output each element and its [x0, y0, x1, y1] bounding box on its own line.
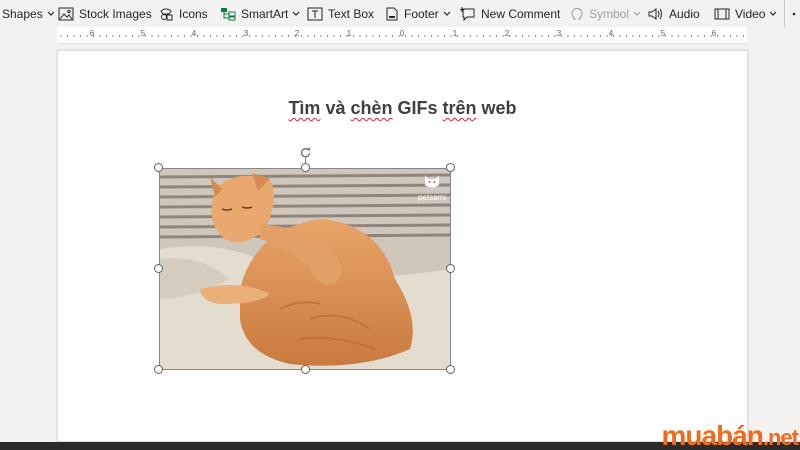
ruler-label: 0 — [399, 29, 405, 38]
video-label: Video — [735, 6, 766, 21]
chevron-down-icon — [443, 11, 451, 16]
audio-label: Audio — [669, 6, 700, 21]
speaker-icon — [648, 7, 662, 20]
ruler-label: 5 — [660, 29, 666, 38]
ruler-label: 2 — [504, 29, 510, 38]
heading-word: GIFs — [392, 98, 443, 118]
stock-images-label: Stock Images — [79, 6, 152, 21]
ribbon-divider — [784, 0, 785, 27]
brand-watermark: muabán.net — [661, 420, 799, 450]
resize-handle-left[interactable] — [154, 264, 163, 273]
footer-button[interactable]: Footer — [385, 0, 451, 27]
footer-icon — [386, 7, 398, 20]
icons-icon — [160, 8, 173, 20]
ruler-label: 2 — [294, 29, 300, 38]
stock-images-button[interactable]: Stock Images — [58, 0, 152, 27]
new-comment-label: New Comment — [481, 6, 561, 21]
ruler-label: 3 — [243, 29, 249, 38]
smartart-icon — [221, 7, 236, 20]
video-button[interactable]: Video — [714, 0, 777, 27]
chevron-down-icon — [633, 11, 641, 16]
text-box-button[interactable]: Text Box — [307, 0, 374, 27]
ruler-label: 6 — [89, 29, 95, 38]
symbol-label: Symbol — [589, 6, 630, 21]
ruler-label: 6 — [711, 29, 717, 38]
film-icon — [714, 8, 730, 19]
shapes-button[interactable]: Shapes — [2, 0, 55, 27]
resize-handle-bottom-left[interactable] — [154, 365, 163, 374]
shapes-label: Shapes — [2, 6, 43, 21]
document-page[interactable]: Tìm và chèn GIFs trên web petsami — [57, 50, 748, 442]
heading-word: chèn — [350, 98, 393, 118]
cat-photo — [160, 169, 450, 369]
chevron-down-icon — [47, 11, 55, 16]
footer-label: Footer — [404, 6, 439, 21]
insert-ribbon: Shapes Stock Images Icons SmartArt Text … — [0, 0, 800, 27]
resize-handle-bottom-right[interactable] — [446, 365, 455, 374]
chevron-down-icon — [292, 11, 300, 16]
smartart-button[interactable]: SmartArt — [220, 0, 300, 27]
ruler-label: 4 — [191, 29, 197, 38]
resize-handle-bottom[interactable] — [301, 365, 310, 374]
omega-icon — [571, 7, 583, 19]
cat-gif-image[interactable]: petsami — [159, 168, 451, 370]
ruler-label: 1 — [346, 29, 352, 38]
brand-suffix: .net — [762, 425, 799, 450]
icons-label: Icons — [179, 6, 208, 21]
heading-word: Tìm — [288, 98, 321, 118]
ruler-label: 5 — [140, 29, 146, 38]
audio-button[interactable]: Audio — [648, 0, 700, 27]
chevron-down-icon — [770, 11, 777, 16]
more-dots-icon — [792, 12, 796, 15]
image-icon — [58, 7, 74, 20]
heading-word: và — [320, 98, 351, 118]
pet-logo-icon — [424, 175, 439, 188]
heading-word: trên — [442, 98, 477, 118]
heading-word: web — [476, 98, 517, 118]
watermark-text: petsami — [417, 193, 446, 202]
text-box-icon — [307, 7, 323, 20]
horizontal-ruler[interactable]: 6 5 4 3 2 1 0 1 2 3 4 5 6 — [57, 27, 747, 44]
symbol-button[interactable]: Symbol — [570, 0, 641, 27]
more-options-button[interactable] — [792, 0, 796, 27]
brand-main: muabán — [661, 420, 764, 450]
resize-handle-top-left[interactable] — [154, 163, 163, 172]
resize-handle-top[interactable] — [301, 163, 310, 172]
new-comment-button[interactable]: New Comment — [460, 0, 560, 27]
document-heading[interactable]: Tìm và chèn GIFs trên web — [58, 98, 747, 119]
smartart-label: SmartArt — [241, 6, 289, 21]
resize-handle-right[interactable] — [446, 264, 455, 273]
ruler-label: 3 — [556, 29, 562, 38]
watermark: petsami — [418, 173, 446, 202]
text-box-label: Text Box — [328, 6, 375, 21]
comment-icon — [460, 6, 475, 21]
ruler-label: 1 — [452, 29, 458, 38]
resize-handle-top-right[interactable] — [446, 163, 455, 172]
ruler-label: 4 — [608, 29, 614, 38]
icons-button[interactable]: Icons — [158, 0, 208, 27]
